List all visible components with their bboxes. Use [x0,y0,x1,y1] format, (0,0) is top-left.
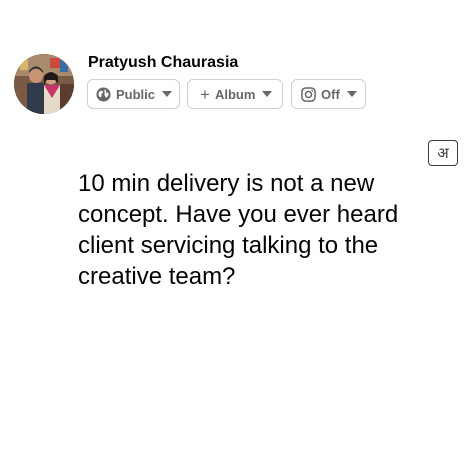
audience-selector-button[interactable]: Public [87,79,180,109]
instagram-share-label: Off [321,86,340,102]
globe-icon [96,86,111,102]
instagram-share-toggle-button[interactable]: Off [291,79,366,109]
language-toggle-button[interactable]: अ [428,140,458,166]
plus-icon: + [200,84,210,104]
album-selector-button[interactable]: + Album [187,79,283,109]
language-toggle-label: अ [437,144,449,162]
post-text-input[interactable]: 10 min delivery is not a new concept. Ha… [78,168,418,292]
avatar-photo [14,54,74,114]
post-composer: Pratyush Chaurasia Public + Album Off अ … [0,0,474,474]
album-label: Album [214,86,256,102]
chevron-down-icon [346,91,357,97]
avatar[interactable] [14,54,74,114]
author-name[interactable]: Pratyush Chaurasia [88,54,238,72]
instagram-icon [301,86,316,102]
chevron-down-icon [162,91,173,97]
chevron-down-icon [262,91,273,97]
audience-label: Public [116,86,156,102]
